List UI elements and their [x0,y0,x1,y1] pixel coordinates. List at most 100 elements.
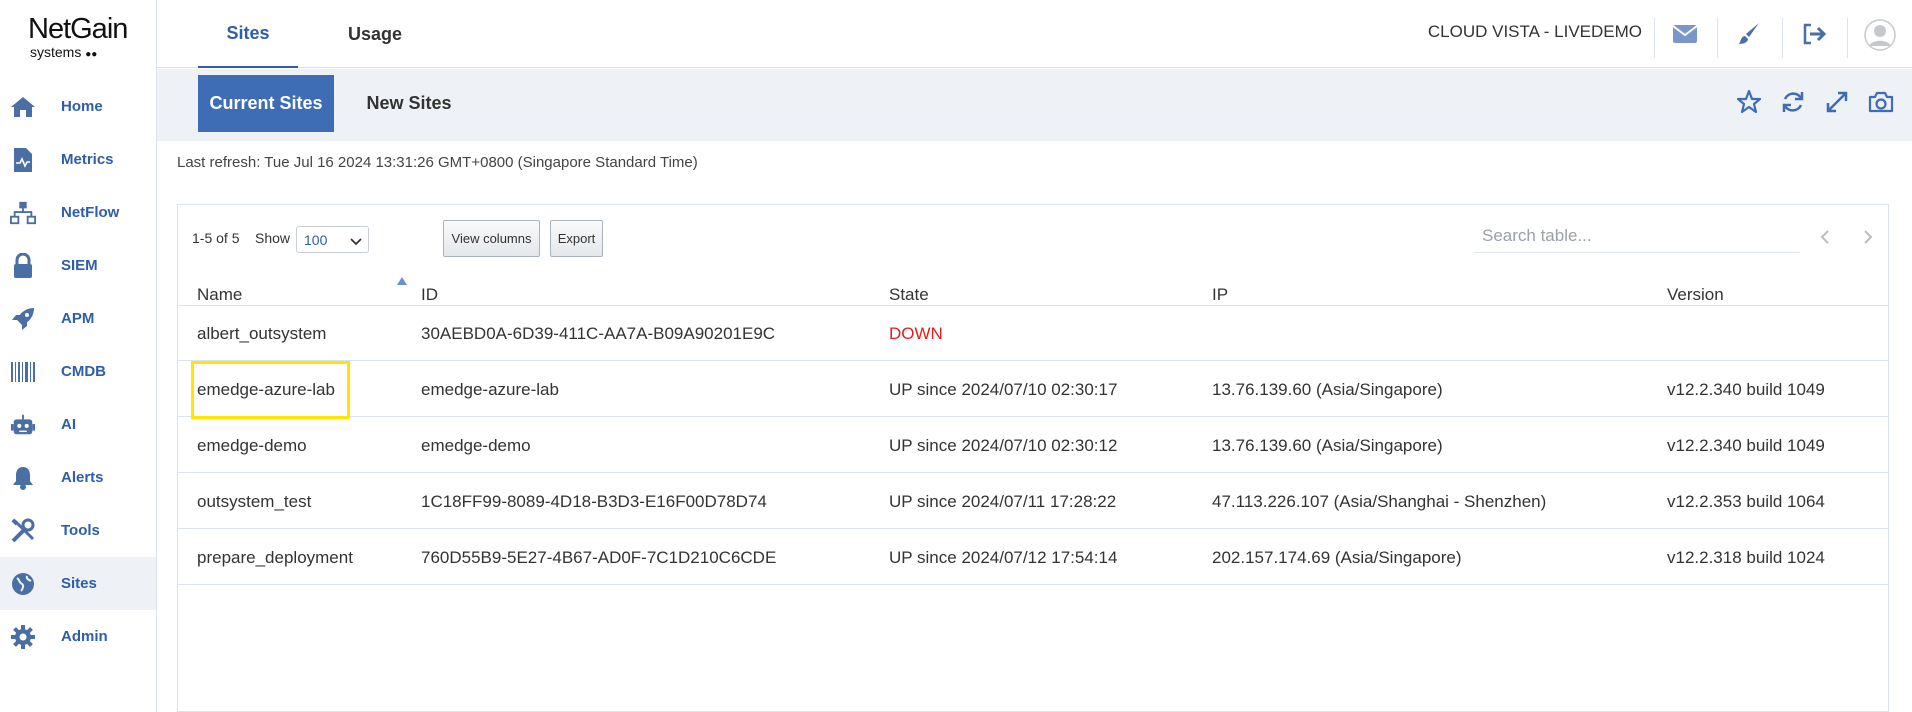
cell-state: DOWN [889,323,943,343]
cell-id: emedge-demo [421,435,531,455]
cell-name: prepare_deployment [197,547,353,567]
logo-main-text: NetGain [28,13,128,45]
top-bar: Sites Usage CLOUD VISTA - LIVEDEMO [157,0,1912,68]
sidebar-item-apm[interactable]: APM [0,292,156,345]
sidebar-item-label: Home [61,98,103,115]
cell-version: v12.2.353 build 1064 [1667,491,1825,511]
sidebar-item-sites[interactable]: Sites [0,557,156,610]
table-row[interactable]: prepare_deployment 760D55B9-5E27-4B67-AD… [178,530,1888,585]
sidebar-item-label: AI [61,416,76,433]
cell-ip: 13.76.139.60 (Asia/Singapore) [1212,435,1443,455]
divider [1847,18,1848,58]
sites-table-panel: 1-5 of 5 Show 100 View columns Export Na… [177,204,1889,712]
sidebar-item-label: Sites [61,575,97,592]
sort-asc-icon[interactable] [397,272,407,290]
mail-icon[interactable] [1669,18,1701,50]
sidebar-item-cmdb[interactable]: CMDB [0,345,156,398]
divider [1782,18,1783,58]
expand-icon[interactable] [1823,88,1851,116]
camera-icon[interactable] [1867,88,1895,116]
cell-name: outsystem_test [197,491,312,511]
cell-name: albert_outsystem [197,323,327,343]
tab-sites[interactable]: Sites [198,0,298,68]
cell-state: UP since 2024/07/10 02:30:17 [889,379,1118,399]
sub-tab-bar: Current Sites New Sites [157,69,1912,141]
sidebar-item-label: Admin [61,628,108,645]
netflow-icon [10,200,36,226]
robot-icon [10,412,36,438]
table-row[interactable]: emedge-azure-lab emedge-azure-lab UP sin… [178,362,1888,417]
home-icon [10,94,36,120]
sidebar-item-alerts[interactable]: Alerts [0,451,156,504]
netgain-logo[interactable]: NetGain systems ●● [28,14,138,66]
show-label: Show [255,230,291,246]
rocket-icon [10,306,36,332]
metrics-icon [10,147,36,173]
logo-sub-text: systems ●● [30,44,98,60]
sidebar-item-ai[interactable]: AI [0,398,156,451]
page-size-select[interactable]: 100 [296,226,369,253]
sidebar-item-label: SIEM [61,257,98,274]
last-refresh-text: Last refresh: Tue Jul 16 2024 13:31:26 G… [177,154,698,171]
sidebar-item-metrics[interactable]: Metrics [0,133,156,186]
sidebar-item-netflow[interactable]: NetFlow [0,186,156,239]
column-header-label: Version [1667,285,1724,304]
lock-icon [10,252,36,279]
sidebar-item-label: NetFlow [61,204,120,221]
star-icon[interactable] [1735,88,1763,116]
tab-current-sites[interactable]: Current Sites [198,75,334,132]
brush-icon[interactable] [1733,18,1765,50]
sidebar-item-label: APM [61,310,95,327]
view-columns-button[interactable]: View columns [443,220,540,257]
cell-ip: 13.76.139.60 (Asia/Singapore) [1212,379,1443,399]
cell-state: UP since 2024/07/12 17:54:14 [889,547,1118,567]
cell-id: 30AEBD0A-6D39-411C-AA7A-B09A90201E9C [421,323,776,343]
column-header-label: Name [197,285,243,304]
logout-icon[interactable] [1798,18,1830,50]
barcode-icon [10,359,36,385]
row-count: 1-5 of 5 [192,230,240,246]
table-row[interactable]: emedge-demo emedge-demo UP since 2024/07… [178,418,1888,473]
cell-id: 760D55B9-5E27-4B67-AD0F-7C1D210C6CDE [421,547,777,567]
cell-ip: 47.113.226.107 (Asia/Shanghai - Shenzhen… [1212,491,1547,511]
tools-icon [10,517,36,544]
prev-page-icon[interactable] [1815,227,1835,247]
chevron-down-icon [350,234,362,250]
sidebar-item-home[interactable]: Home [0,80,156,133]
sidebar-item-label: Tools [61,522,100,539]
column-header-label: IP [1212,285,1229,304]
cell-version: v12.2.340 build 1049 [1667,379,1825,399]
sidebar-item-label: CMDB [61,363,106,380]
tab-new-sites[interactable]: New Sites [349,75,469,132]
next-page-icon[interactable] [1858,227,1878,247]
sidebar-item-admin[interactable]: Admin [0,610,156,663]
column-header-label: State [889,285,929,304]
cell-state: UP since 2024/07/11 17:28:22 [889,491,1117,511]
search-input[interactable] [1474,219,1800,253]
cell-state: UP since 2024/07/10 02:30:12 [889,435,1118,455]
tab-usage[interactable]: Usage [325,0,425,68]
column-header-label: ID [421,285,438,304]
user-avatar-icon[interactable] [1863,18,1897,52]
divider [1717,18,1718,58]
sidebar-item-label: Alerts [61,469,104,486]
sidebar-item-siem[interactable]: SIEM [0,239,156,292]
page-size-value: 100 [304,232,328,248]
table-row[interactable]: outsystem_test 1C18FF99-8089-4D18-B3D3-E… [178,474,1888,529]
environment-name: CLOUD VISTA - LIVEDEMO [1427,22,1642,41]
cell-version: v12.2.318 build 1024 [1667,547,1825,567]
cell-ip: 202.157.174.69 (Asia/Singapore) [1212,547,1462,567]
cell-name: emedge-demo [197,435,307,455]
refresh-icon[interactable] [1779,88,1807,116]
table-row[interactable]: albert_outsystem 30AEBD0A-6D39-411C-AA7A… [178,306,1888,361]
highlight-box [191,361,350,419]
cell-version: v12.2.340 build 1049 [1667,435,1825,455]
sidebar: NetGain systems ●● Home Metrics NetFlow … [0,0,157,712]
sidebar-item-tools[interactable]: Tools [0,504,156,557]
export-button[interactable]: Export [550,220,603,257]
sidebar-item-label: Metrics [61,151,114,168]
globe-icon [10,571,36,597]
divider [1654,18,1655,58]
bell-icon [10,465,36,491]
cell-id: emedge-azure-lab [421,379,559,399]
